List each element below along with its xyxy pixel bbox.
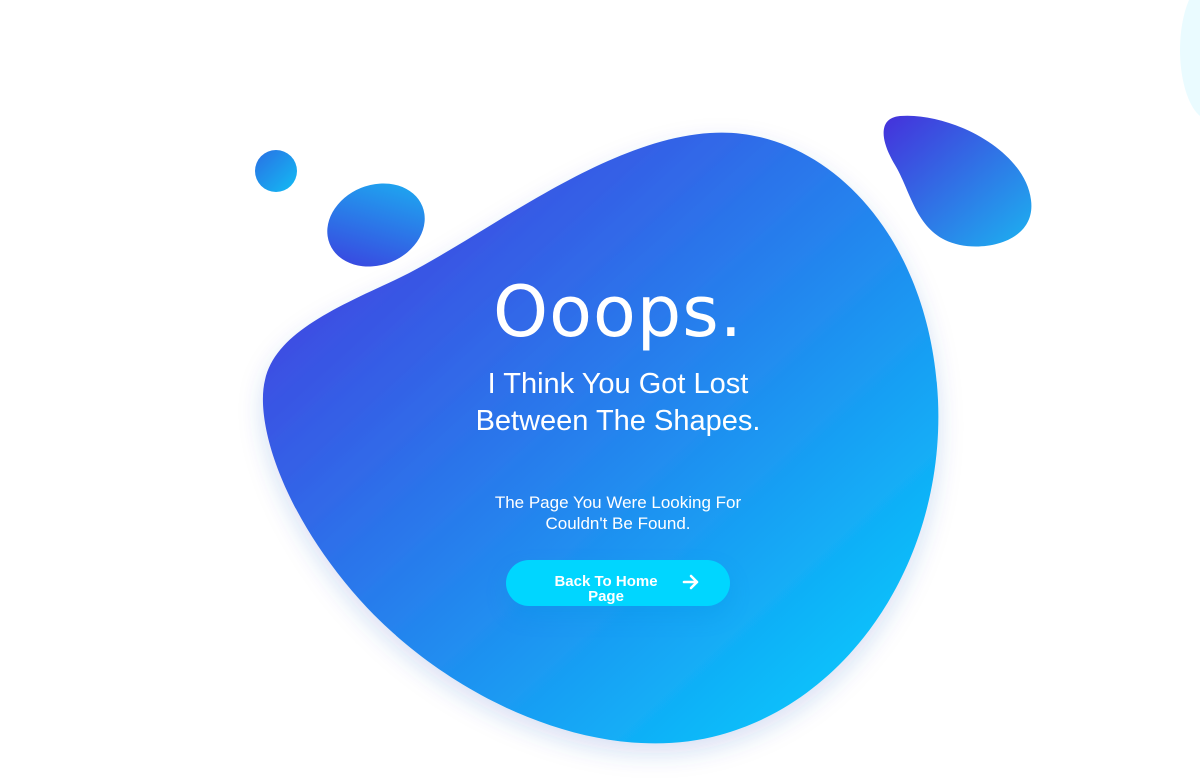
error-page: Ooops. I Think You Got Lost Between The … bbox=[0, 0, 1200, 780]
right-drop-blob bbox=[883, 115, 1032, 247]
message-line-2: Couldn't Be Found. bbox=[545, 514, 691, 533]
error-message: The Page You Were Looking For Couldn't B… bbox=[468, 492, 768, 534]
small-oval-blob bbox=[327, 183, 425, 267]
subtitle-line-2: Between The Shapes. bbox=[475, 405, 761, 437]
subtitle-line-1: I Think You Got Lost bbox=[487, 368, 749, 400]
error-subtitle: I Think You Got Lost Between The Shapes. bbox=[418, 366, 818, 440]
error-content: Ooops. I Think You Got Lost Between The … bbox=[418, 270, 818, 606]
message-line-1: The Page You Were Looking For bbox=[494, 493, 742, 512]
small-dot-blob bbox=[255, 150, 297, 192]
error-headline: Ooops. bbox=[493, 271, 743, 353]
back-to-home-label: Back To Home Page bbox=[554, 573, 658, 605]
back-to-home-button[interactable]: Back To Home Page bbox=[506, 560, 730, 606]
arrow-right-icon bbox=[682, 574, 699, 590]
